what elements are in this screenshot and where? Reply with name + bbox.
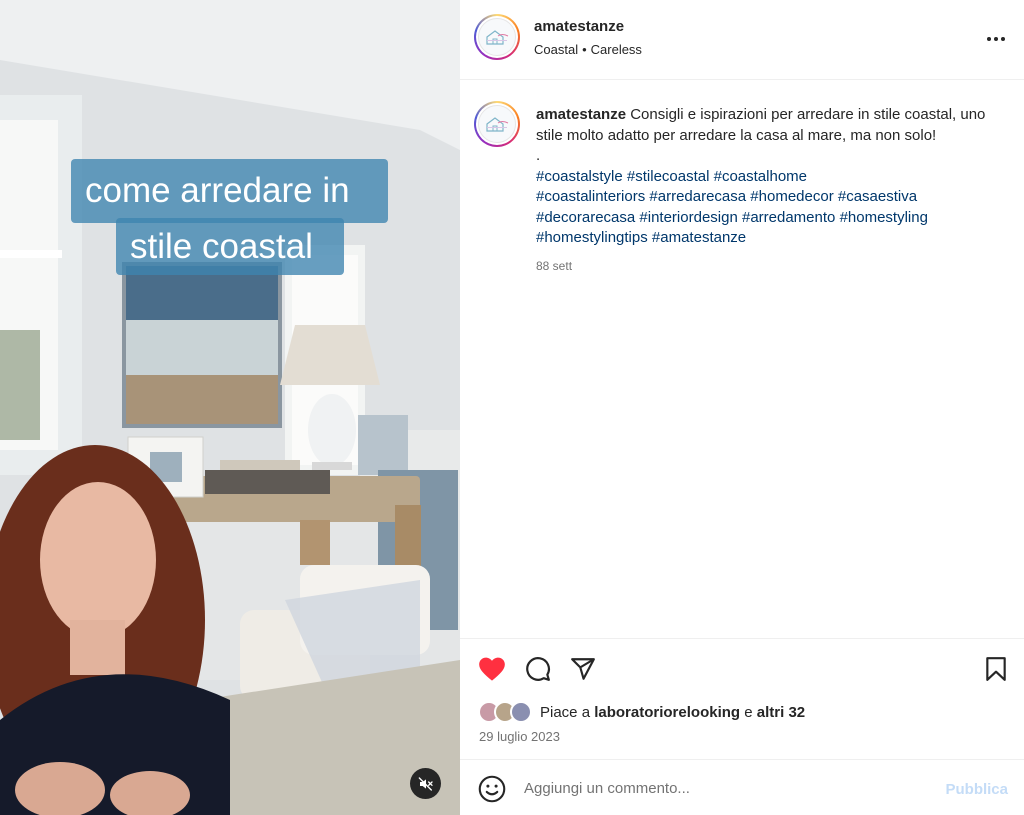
share-button[interactable]	[567, 653, 599, 685]
caption-dot: .	[536, 147, 541, 164]
post-header: amatestanze Coastal • Careless	[460, 0, 1024, 80]
hashtag-link[interactable]: #stilecoastal	[627, 168, 710, 185]
hashtag-link[interactable]: #decorarecasa	[536, 209, 635, 226]
mute-toggle-button[interactable]	[410, 768, 441, 799]
likes-connector: e	[744, 703, 753, 721]
hashtag-link[interactable]: #casaestiva	[838, 188, 917, 205]
likes-prefix: Piace a	[540, 703, 591, 721]
more-options-button[interactable]	[984, 28, 1008, 50]
publish-comment-button[interactable]: Pubblica	[945, 781, 1008, 798]
author-username[interactable]: amatestanze	[534, 18, 624, 35]
audio-info[interactable]: Coastal • Careless	[534, 42, 642, 57]
house-logo-icon	[486, 30, 509, 45]
save-button[interactable]	[980, 653, 1012, 685]
more-horizontal-icon	[987, 37, 1005, 41]
author-avatar[interactable]	[474, 14, 520, 60]
likes-summary[interactable]: Piace a laboratoriorelooking e altri 32	[478, 701, 805, 723]
caption-author-avatar[interactable]	[474, 101, 520, 147]
post-caption: amatestanze Consigli e ispirazioni per a…	[460, 80, 1024, 638]
paper-plane-icon	[571, 658, 595, 680]
other-likers-link[interactable]: altri 32	[757, 704, 805, 721]
caption-timestamp[interactable]: 88 sett	[536, 256, 1010, 277]
caption-username[interactable]: amatestanze	[536, 106, 626, 123]
video-caption-overlay-line1: come arredare in	[71, 159, 388, 223]
hashtag-link[interactable]: #arredamento	[742, 209, 835, 226]
liker-avatars	[478, 701, 532, 723]
bookmark-icon	[986, 657, 1006, 681]
comment-button[interactable]	[522, 653, 554, 685]
hashtag-link[interactable]: #coastalstyle	[536, 168, 623, 185]
hashtag-link[interactable]: #interiordesign	[639, 209, 737, 226]
hashtag-link[interactable]: #coastalinteriors	[536, 188, 645, 205]
comment-icon	[526, 657, 550, 681]
post-media-video[interactable]: come arredare in stile coastal	[0, 0, 460, 815]
hashtag-link[interactable]: #homedecor	[750, 188, 833, 205]
audio-separator: •	[582, 42, 587, 57]
hashtag-link[interactable]: #homestyling	[840, 209, 928, 226]
smiley-icon	[478, 775, 506, 803]
post-actions: Piace a laboratoriorelooking e altri 32 …	[460, 638, 1024, 759]
hashtag-link[interactable]: #coastalhome	[714, 168, 807, 185]
comment-composer: Pubblica	[460, 759, 1024, 815]
hashtag-link[interactable]: #arredarecasa	[649, 188, 746, 205]
hashtag-link[interactable]: #amatestanze	[652, 229, 746, 246]
like-button[interactable]	[476, 653, 508, 685]
emoji-button[interactable]	[478, 775, 506, 803]
hashtag-link[interactable]: #homestylingtips	[536, 229, 648, 246]
audio-artist: Coastal	[534, 42, 579, 57]
hashtag-list: #coastalstyle #stilecoastal #coastalhome…	[536, 167, 1010, 249]
video-caption-overlay-line2: stile coastal	[116, 218, 344, 275]
first-liker-username[interactable]: laboratoriorelooking	[594, 704, 740, 721]
comment-input[interactable]	[524, 774, 924, 802]
avatar	[510, 701, 532, 723]
caption-body: amatestanze Consigli e ispirazioni per a…	[536, 105, 1010, 276]
video-frame	[0, 0, 460, 815]
post-detail-panel: amatestanze Coastal • Careless amatestan…	[460, 0, 1024, 815]
heart-filled-icon	[479, 657, 505, 681]
house-logo-icon	[486, 117, 509, 132]
post-date[interactable]: 29 luglio 2023	[479, 729, 560, 744]
speaker-muted-icon	[418, 776, 433, 791]
audio-track: Careless	[590, 42, 642, 57]
